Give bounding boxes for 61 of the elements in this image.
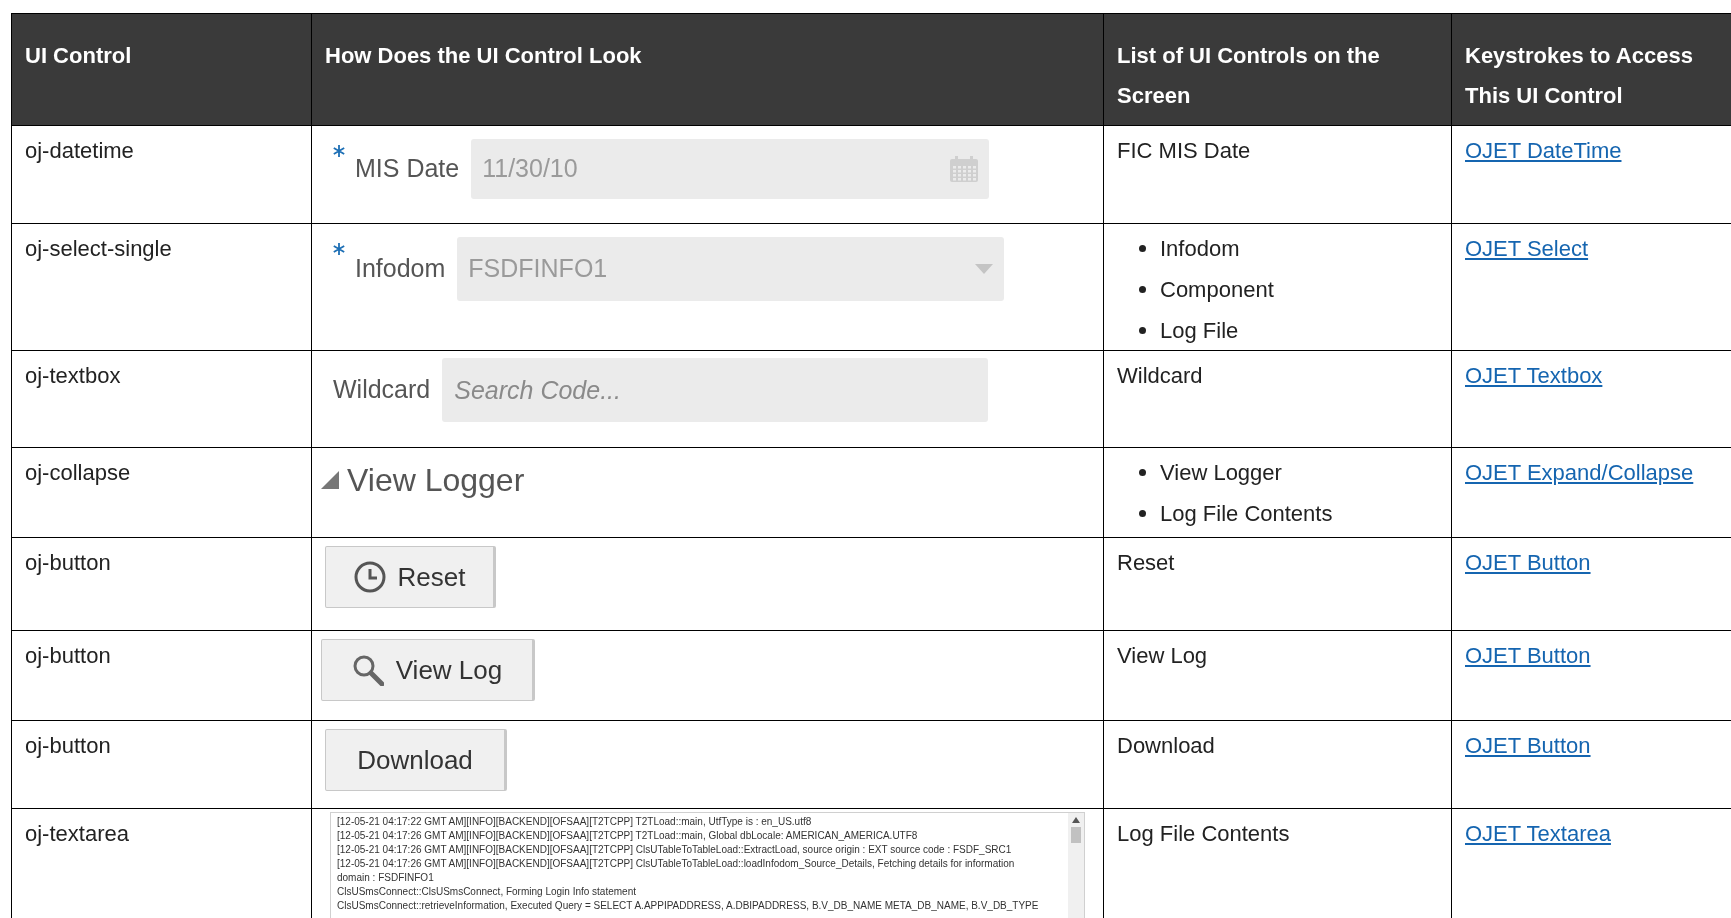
log-textarea[interactable] <box>330 812 1085 918</box>
list-item: Log File Contents <box>1160 500 1333 528</box>
bullet-icon <box>1139 245 1146 252</box>
up-arrow-icon <box>1072 817 1080 823</box>
table-cell: Reset <box>1117 550 1175 575</box>
table-cell: oj-select-single <box>25 236 172 261</box>
reset-button[interactable]: Reset <box>325 546 496 608</box>
doc-link[interactable]: OJET Textarea <box>1465 821 1611 846</box>
doc-link[interactable]: OJET Button <box>1465 550 1591 575</box>
collapse-header[interactable]: View Logger <box>321 456 525 504</box>
table-cell: Log File Contents <box>1117 821 1290 846</box>
doc-link[interactable]: OJET DateTime <box>1465 138 1622 163</box>
table-cell: Download <box>1117 733 1215 758</box>
clock-icon <box>353 561 386 593</box>
log-line: domain : FSDFINFO1 <box>337 871 434 885</box>
table-cell: oj-textbox <box>25 363 121 388</box>
table-cell: oj-datetime <box>25 138 134 163</box>
column-header: How Does the UI Control Look <box>325 42 642 70</box>
search-field[interactable]: Search Code... <box>442 358 989 422</box>
field-label: Infodom <box>355 253 446 285</box>
download-button[interactable]: Download <box>325 729 507 791</box>
doc-link[interactable]: OJET Button <box>1465 643 1591 668</box>
caret-icon <box>975 264 994 274</box>
table-cell: FIC MIS Date <box>1117 138 1251 163</box>
field-label: MIS Date <box>355 153 460 185</box>
bullet-icon <box>1139 469 1146 476</box>
calendar-icon[interactable] <box>950 156 979 182</box>
search-icon <box>351 654 384 686</box>
list-item: Infodom <box>1160 235 1240 263</box>
log-line: [12-05-21 04:17:26 GMT AM][INFO][BACKEND][OFSAA][T2TCPP] ClsUTableToTableLoad::ExtractLoad, source origin : EXT source code : FSDF_SRC1 <box>337 843 1012 857</box>
triangle-icon <box>321 471 339 489</box>
log-line: [12-05-21 04:17:26 GMT AM][INFO][BACKEND][OFSAA][T2TCPP] T2TLoad::main, Global dbLocale: AMERICAN_AMERICA.UTF8 <box>337 829 918 843</box>
field-label: Wildcard <box>333 374 431 406</box>
table-cell: oj-textarea <box>25 821 129 846</box>
bullet-icon <box>1139 327 1146 334</box>
log-line: ClsUSmsConnect::retrieveInformation, Executed Query = SELECT A.APPIPADDRESS, A.DBIPADDRESS, B.V_DB_NAME META_DB_NAME, B.V_DB_TYPE <box>337 899 1039 913</box>
table-cell: oj-button <box>25 550 111 575</box>
list-item: Component <box>1160 276 1274 304</box>
column-header: UI Control <box>25 42 132 70</box>
required-asterisk-icon <box>333 145 345 157</box>
log-line: [12-05-21 04:17:26 GMT AM][INFO][BACKEND][OFSAA][T2TCPP] ClsUTableToTableLoad::loadInfodom_Source_Details, Fetching details for information <box>337 857 1015 871</box>
scrollbar-thumb[interactable] <box>1071 827 1081 843</box>
table-cell: Wildcard <box>1117 363 1203 388</box>
bullet-icon <box>1139 510 1146 517</box>
column-header: Keystrokes to Access This UI Control <box>1465 42 1694 110</box>
list-item: Log File <box>1160 317 1239 345</box>
table-cell: oj-collapse <box>25 460 131 485</box>
doc-link[interactable]: OJET Select <box>1465 236 1589 261</box>
list-item: View Logger <box>1160 459 1282 487</box>
scrollbar[interactable] <box>1068 813 1084 918</box>
doc-link[interactable]: OJET Button <box>1465 733 1591 758</box>
column-header: List of UI Controls on the Screen <box>1117 42 1381 110</box>
required-asterisk-icon <box>333 243 345 255</box>
table-cell: oj-button <box>25 733 111 758</box>
table-cell: oj-button <box>25 643 111 668</box>
view-log-button[interactable]: View Log <box>321 639 535 701</box>
table-cell: View Log <box>1117 643 1208 668</box>
log-line: [12-05-21 04:17:22 GMT AM][INFO][BACKEND][OFSAA][T2TCPP] T2TLoad::main, UtfType is : en_US.utf8 <box>337 815 812 829</box>
doc-link[interactable]: OJET Textbox <box>1465 363 1603 388</box>
log-line: ClsUSmsConnect::ClsUSmsConnect, Forming Login Info statement <box>337 885 636 899</box>
bullet-icon <box>1139 286 1146 293</box>
